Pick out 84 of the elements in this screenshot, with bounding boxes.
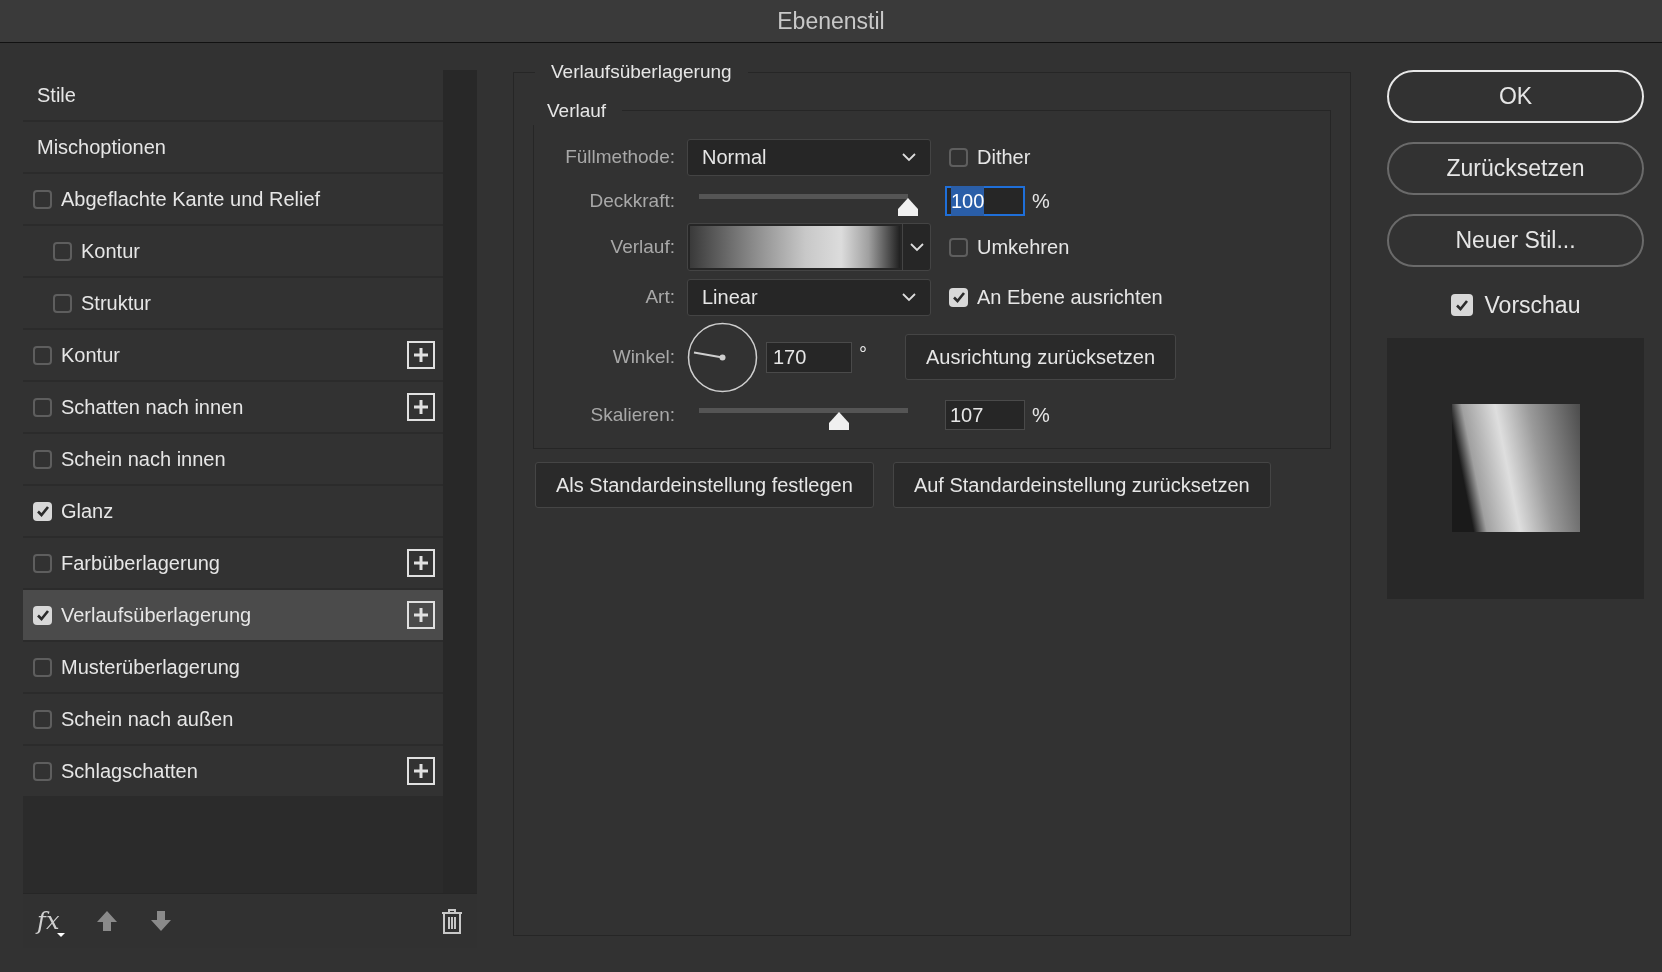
checkbox[interactable] — [33, 189, 52, 209]
plus-icon — [413, 399, 429, 415]
checkbox[interactable] — [949, 147, 968, 167]
dialog-button[interactable]: Neuer Stil... — [1387, 214, 1644, 267]
style-list-item[interactable]: Verlaufsüberlagerung — [23, 590, 443, 640]
slider-thumb[interactable] — [897, 196, 919, 217]
group-title: Verlauf — [546, 98, 608, 123]
default-settings-button[interactable]: Als Standardeinstellung festlegen — [535, 461, 874, 508]
style-list-item[interactable]: Abgeflachte Kante und Relief — [23, 174, 443, 224]
checkbox[interactable] — [33, 761, 52, 781]
plus-icon — [413, 347, 429, 363]
plus-icon — [413, 607, 429, 623]
field-label: Art: — [644, 284, 675, 309]
selected-text: 100 — [951, 186, 985, 216]
checkbox[interactable] — [1450, 294, 1473, 317]
add-button[interactable] — [407, 601, 435, 629]
angle-dial[interactable] — [687, 321, 758, 393]
checkbox[interactable] — [53, 241, 72, 261]
checkbox[interactable] — [949, 287, 968, 307]
checkbox[interactable] — [33, 605, 52, 625]
add-button[interactable] — [407, 341, 435, 369]
field-label: Skalieren: — [589, 402, 675, 427]
window-title: Ebenenstil — [777, 6, 885, 36]
checkbox[interactable] — [949, 237, 968, 257]
fx-menu-button[interactable]: fx — [37, 903, 66, 939]
checkmark-icon — [35, 504, 50, 518]
plus-icon — [413, 763, 429, 779]
checkbox[interactable] — [33, 709, 52, 729]
dialog-button[interactable]: OK — [1387, 70, 1644, 123]
unit-label: ° — [859, 342, 867, 367]
field-label: Füllmethode: — [564, 144, 675, 169]
group-title: Verlaufsüberlagerung — [550, 60, 733, 84]
checkbox[interactable] — [33, 657, 52, 677]
arrow-down-icon[interactable] — [149, 909, 174, 933]
angle-field[interactable]: 170 — [766, 341, 852, 373]
style-list-item[interactable]: Musterüberlagerung — [23, 642, 443, 692]
dialog-button[interactable]: Zurücksetzen — [1387, 142, 1644, 195]
checkmark-icon — [35, 608, 50, 622]
unit-label: % — [1032, 403, 1050, 428]
field-label: Winkel: — [611, 344, 675, 369]
style-list-item[interactable]: Schein nach außen — [23, 694, 443, 744]
checkbox-label: Umkehren — [977, 235, 1070, 260]
add-button[interactable] — [407, 757, 435, 785]
style-list-item[interactable]: Glanz — [23, 486, 443, 536]
checkmark-icon — [951, 290, 966, 304]
checkbox[interactable] — [33, 501, 52, 521]
chevron-down-icon — [902, 152, 916, 162]
chevron-down-icon — [902, 292, 916, 302]
checkbox[interactable] — [33, 553, 52, 573]
preview-label: Vorschau — [1484, 291, 1581, 320]
slider-thumb[interactable] — [828, 410, 850, 431]
field-value: 107 — [950, 403, 984, 428]
dropdown[interactable]: Linear — [687, 278, 931, 316]
style-list-item[interactable]: Struktur — [23, 278, 443, 328]
style-list-item[interactable]: Kontur — [23, 226, 443, 276]
style-list-item[interactable]: Kontur — [23, 330, 443, 380]
checkbox[interactable] — [33, 397, 52, 417]
style-list-item[interactable]: Schlagschatten — [23, 746, 443, 796]
field-label: Deckkraft: — [588, 188, 675, 213]
checkbox-label: An Ebene ausrichten — [977, 285, 1163, 310]
style-list-item[interactable]: Schatten nach innen — [23, 382, 443, 432]
checkbox[interactable] — [53, 293, 72, 313]
number-field[interactable]: 107 — [945, 400, 1025, 430]
checkbox[interactable] — [33, 449, 52, 469]
chevron-down-icon — [909, 242, 924, 252]
style-list-item[interactable]: Stile — [23, 70, 443, 120]
field-label: Verlauf: — [609, 234, 675, 259]
plus-icon — [413, 555, 429, 571]
style-list-item[interactable]: Schein nach innen — [23, 434, 443, 484]
add-button[interactable] — [407, 549, 435, 577]
style-list-item[interactable]: Mischoptionen — [23, 122, 443, 172]
gradient-picker[interactable] — [687, 223, 931, 271]
checkmark-icon — [1454, 298, 1469, 313]
number-field[interactable]: 100 — [945, 186, 1025, 216]
add-button[interactable] — [407, 393, 435, 421]
unit-label: % — [1032, 189, 1050, 214]
default-settings-button[interactable]: Auf Standardeinstellung zurücksetzen — [892, 461, 1271, 508]
reset-alignment-button[interactable]: Ausrichtung zurücksetzen — [905, 334, 1176, 380]
style-list-item[interactable]: Farbüberlagerung — [23, 538, 443, 588]
dropdown[interactable]: Normal — [687, 138, 931, 176]
trash-icon[interactable] — [441, 908, 463, 934]
checkbox-label: Dither — [977, 145, 1031, 170]
checkbox[interactable] — [33, 345, 52, 365]
arrow-up-icon[interactable] — [95, 909, 120, 933]
